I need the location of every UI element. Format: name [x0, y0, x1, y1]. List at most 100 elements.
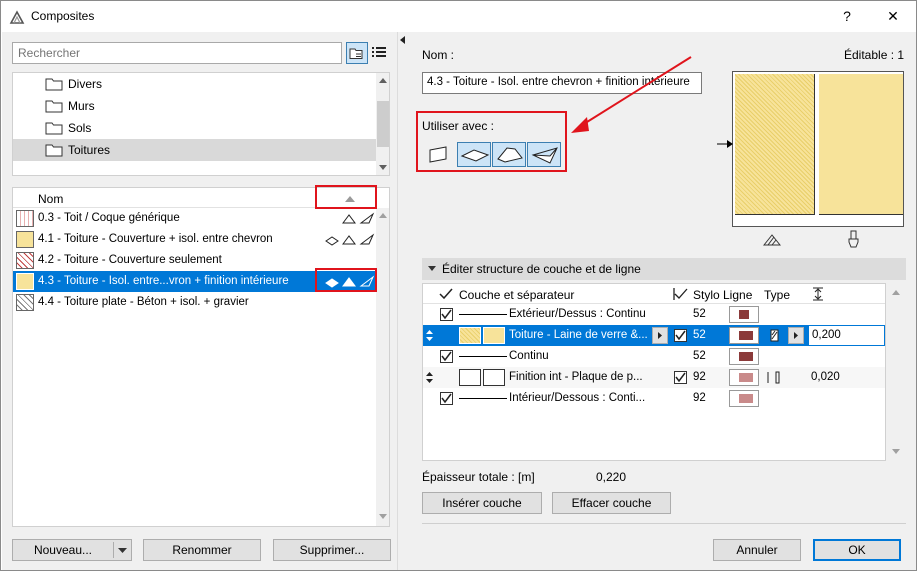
list-item[interactable]: 4.4 - Toiture plate - Béton + isol. + gr… [13, 292, 376, 313]
dropdown-arrow-icon[interactable] [118, 548, 127, 553]
separator-line [459, 356, 507, 357]
roof-icon [497, 147, 523, 163]
line-pen-swatch[interactable] [729, 327, 759, 344]
layer-row-selected[interactable]: Toiture - Laine de verre &... 52 0,200 [423, 325, 885, 346]
total-thickness-value: 0,220 [596, 470, 627, 484]
scroll-up-icon[interactable] [379, 212, 387, 218]
edge-checkbox[interactable] [674, 371, 687, 384]
delete-layer-button[interactable]: Effacer couche [552, 492, 671, 514]
thickness-input[interactable]: 0,200 [808, 325, 885, 346]
pane-splitter[interactable] [397, 32, 407, 570]
column-header-type: Type [764, 288, 791, 302]
name-label: Nom : [422, 48, 455, 62]
folder-list-scrollbar[interactable] [376, 73, 389, 175]
preview-finish-layer [735, 214, 815, 225]
scroll-thumb[interactable] [377, 101, 389, 147]
layer-fill-swatch[interactable] [459, 369, 481, 386]
collapse-left-icon[interactable] [400, 36, 406, 44]
scroll-down-icon[interactable] [892, 449, 900, 455]
scroll-down-icon[interactable] [379, 165, 387, 171]
folder-icon [45, 100, 63, 113]
delete-button[interactable]: Supprimer... [273, 539, 391, 561]
chevron-right-icon [658, 332, 662, 339]
fill-swatch [16, 294, 34, 311]
layer-fill-swatch[interactable] [459, 327, 481, 344]
layer-table-scrollbar[interactable] [886, 283, 906, 461]
preview-insulation-layer [735, 74, 815, 214]
archicad-app-icon [9, 10, 25, 24]
shell-type-button[interactable] [527, 142, 561, 167]
composites-list-scrollbar[interactable] [376, 208, 389, 526]
line-pen-swatch[interactable] [729, 348, 759, 365]
list-view-button[interactable] [369, 42, 391, 64]
wall-type-button[interactable] [422, 142, 456, 167]
finish-layer-icon[interactable] [766, 370, 782, 385]
column-header-name[interactable]: Nom [38, 192, 63, 206]
line-pen-swatch[interactable] [729, 390, 759, 407]
folder-icon [45, 122, 63, 135]
annotation-highlight-header [315, 185, 377, 209]
scroll-up-icon[interactable] [379, 77, 387, 83]
close-button[interactable]: ✕ [870, 1, 916, 32]
structure-preview [732, 71, 904, 227]
new-button[interactable]: Nouveau... [13, 540, 113, 560]
tree-view-button[interactable] [346, 42, 368, 64]
new-split-button[interactable]: Nouveau... [12, 539, 132, 561]
folder-item-toitures[interactable]: Toitures [13, 139, 376, 161]
thickness-icon [813, 287, 823, 301]
paint-brush-icon[interactable] [847, 230, 861, 248]
footer-divider [422, 523, 906, 524]
search-input[interactable] [12, 42, 342, 64]
core-layer-icon[interactable] [769, 329, 781, 342]
line-pen-swatch[interactable] [729, 369, 759, 386]
drag-handle-icon[interactable] [426, 371, 433, 384]
folder-item-murs[interactable]: Murs [13, 95, 376, 117]
folder-icon [45, 144, 63, 157]
check-all-icon[interactable] [439, 288, 453, 300]
wall-icon [429, 146, 447, 163]
chevron-down-icon[interactable] [428, 266, 436, 272]
total-thickness-label: Épaisseur totale : [m] [422, 470, 535, 484]
list-item[interactable]: 4.1 - Toiture - Couverture + isol. entre… [13, 229, 376, 250]
scroll-down-icon[interactable] [379, 514, 387, 520]
layer-checkbox[interactable] [440, 308, 453, 321]
drag-handle-icon[interactable] [426, 329, 433, 342]
type-picker-button[interactable] [788, 327, 804, 344]
composites-list: Nom 0.3 - Toit / Coque générique 4.1 - T… [12, 187, 390, 527]
cancel-button[interactable]: Annuler [713, 539, 801, 561]
hatch-icon[interactable] [763, 233, 781, 247]
layer-fill-swatch[interactable] [483, 369, 505, 386]
chevron-right-icon [794, 332, 798, 339]
layer-row[interactable]: Intérieur/Dessous : Conti... 92 [423, 388, 885, 409]
line-pen-swatch[interactable] [729, 306, 759, 323]
annotation-highlight-usage-icons [315, 268, 377, 292]
help-button[interactable]: ? [824, 1, 870, 32]
layer-table: Couche et séparateur Stylo Ligne Type Ex… [422, 283, 886, 461]
composites-dialog: Composites ? ✕ Divers Murs [0, 0, 917, 571]
layer-row[interactable]: Finition int - Plaque de p... 92 0,020 [423, 367, 885, 388]
rename-button[interactable]: Renommer [143, 539, 261, 561]
layer-row[interactable]: Continu 52 [423, 346, 885, 367]
folder-item-sols[interactable]: Sols [13, 117, 376, 139]
layer-row[interactable]: Extérieur/Dessus : Continu 52 [423, 304, 885, 325]
folder-item-divers[interactable]: Divers [13, 73, 376, 95]
fill-picker-button[interactable] [652, 327, 668, 344]
layer-table-header: Couche et séparateur Stylo Ligne Type [423, 284, 885, 304]
list-item[interactable]: 0.3 - Toit / Coque générique [13, 208, 376, 229]
edge-check-icon[interactable] [673, 287, 689, 301]
separator-line [459, 314, 507, 315]
scroll-up-icon[interactable] [892, 289, 900, 295]
window-title: Composites [31, 9, 95, 23]
insert-layer-button[interactable]: Insérer couche [422, 492, 542, 514]
layer-fill-swatch[interactable] [483, 327, 505, 344]
roof-type-button[interactable] [492, 142, 526, 167]
layer-checkbox[interactable] [440, 350, 453, 363]
slab-type-button[interactable] [457, 142, 491, 167]
layer-checkbox[interactable] [440, 392, 453, 405]
edge-checkbox[interactable] [674, 329, 687, 342]
title-bar: Composites ? ✕ [1, 1, 916, 32]
ok-button[interactable]: OK [813, 539, 901, 561]
reference-line-arrow-icon [717, 140, 733, 148]
layer-structure-section-header[interactable]: Éditer structure de couche et de ligne [422, 258, 906, 280]
split-divider [113, 542, 114, 558]
